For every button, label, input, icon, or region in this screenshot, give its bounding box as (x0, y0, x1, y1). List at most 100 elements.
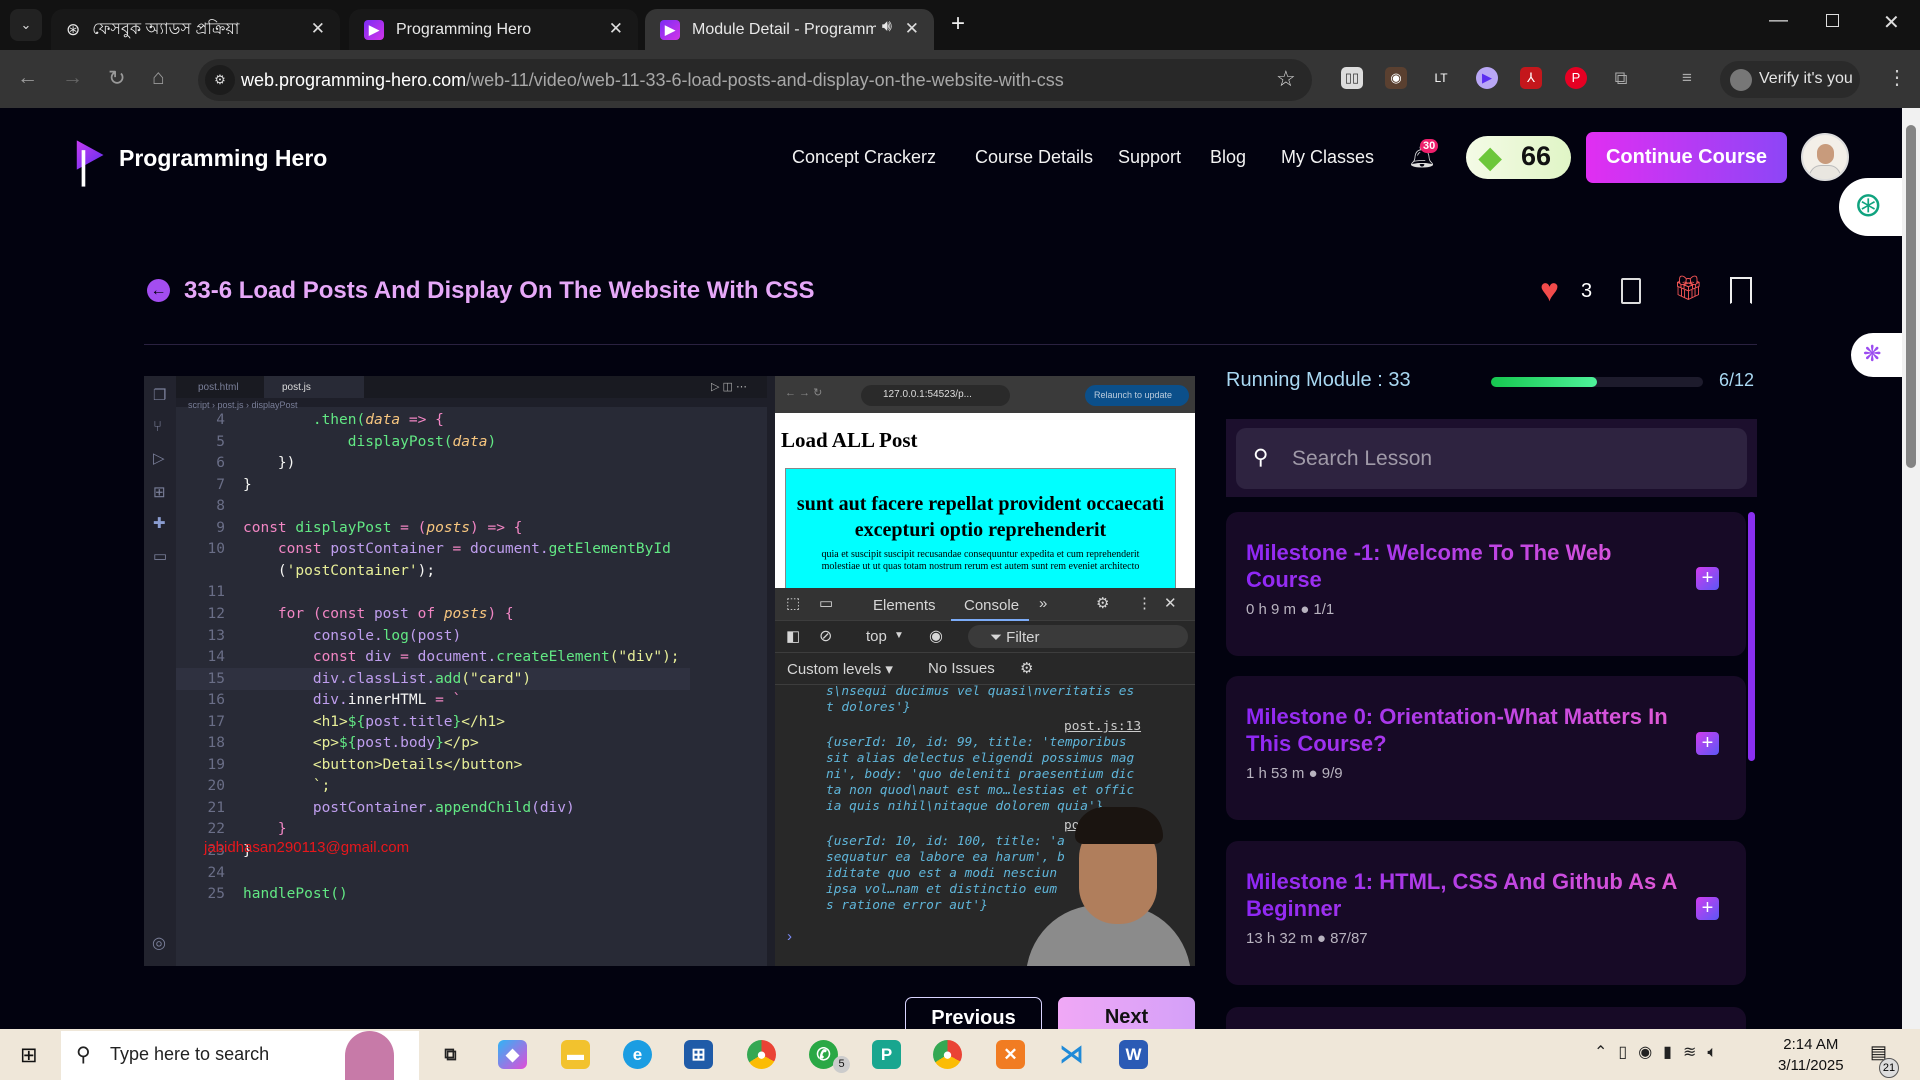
site-info-icon[interactable]: ⚙ (205, 65, 235, 95)
nav-my-classes[interactable]: My Classes (1281, 147, 1374, 168)
tab-module-detail[interactable]: ▶ Module Detail - Programmi 🔊︎ ✕ (645, 9, 934, 50)
page-scrollbar[interactable] (1902, 108, 1920, 1029)
milestone-card[interactable] (1226, 1007, 1746, 1029)
chrome-profile-icon[interactable]: ● (933, 1040, 962, 1069)
task-view-icon[interactable]: ⧉ (436, 1040, 465, 1069)
close-tab-icon[interactable]: ✕ (311, 19, 325, 39)
milestone-meta: 1 h 53 m ● 9/9 (1246, 765, 1343, 782)
milestone-card[interactable]: Milestone -1: Welcome To The Web Course … (1226, 512, 1746, 656)
notes-icon[interactable] (1621, 278, 1641, 304)
ai-brain-floating-button[interactable]: ❋ (1851, 333, 1902, 377)
close-tab-icon[interactable]: ✕ (905, 19, 919, 39)
home-icon[interactable]: ⌂ (152, 66, 165, 90)
editor-breadcrumb: script › post.js › displayPost (188, 400, 298, 410)
bookmark-star-icon[interactable]: ☆ (1276, 66, 1296, 92)
clear-console-icon: ⊘ (819, 628, 833, 645)
forward-icon[interactable]: → (62, 66, 83, 90)
pinterest-icon[interactable]: P (1565, 67, 1587, 89)
lesson-title: 33-6 Load Posts And Display On The Websi… (184, 277, 815, 304)
account-icon: ◎ (152, 935, 166, 952)
notification-bell[interactable]: 🔔︎ 30 (1408, 139, 1439, 173)
word-icon[interactable]: W (1119, 1040, 1148, 1069)
reading-mode-icon[interactable]: ▯▯ (1341, 67, 1363, 89)
milestone-title[interactable]: Milestone -1: Welcome To The Web Course (1246, 539, 1676, 593)
back-icon[interactable]: ← (17, 66, 38, 90)
microsoft-store-icon[interactable]: ⊞ (684, 1040, 713, 1069)
extensions-puzzle-icon[interactable]: ⧉ (1610, 67, 1632, 89)
video-player[interactable]: ❐ ⑂ ▷ ⊞ ✚ ▭ ◎ post.html post.js ▷ ◫ ⋯ sc… (144, 376, 1195, 966)
pycharm-icon[interactable]: P (872, 1040, 901, 1069)
expand-plus-icon[interactable]: + (1696, 897, 1719, 920)
code-line: 24 (176, 862, 243, 884)
code-token: = ` (435, 692, 462, 709)
source-control-icon: ⑂ (153, 418, 163, 435)
xampp-icon[interactable]: ✕ (996, 1040, 1025, 1069)
context-select: top (866, 628, 887, 645)
continue-course-button[interactable]: Continue Course (1586, 132, 1787, 183)
windows-start-icon[interactable]: ⊞ (20, 1043, 38, 1068)
restore-button[interactable] (1826, 14, 1839, 27)
nav-concept-crackerz[interactable]: Concept Crackerz (792, 147, 936, 168)
close-window-button[interactable]: ✕ (1883, 10, 1900, 35)
minimize-button[interactable]: — (1769, 10, 1788, 32)
tab-facebook-ads[interactable]: ⊛ ফেসবুক অ্যাডস প্রক্রিয়া ✕ (51, 9, 340, 50)
taskbar-search-box[interactable]: ⚲ Type here to search (61, 1031, 419, 1080)
code-token: ("div"); (609, 649, 680, 666)
code-line: 21 postContainer.appendChild(div) (176, 797, 575, 819)
edge-icon[interactable]: e (623, 1040, 652, 1069)
next-button[interactable]: Next (1058, 997, 1195, 1029)
code-token: } (243, 476, 252, 493)
heart-icon[interactable]: ♥ (1540, 272, 1559, 309)
speaker-icon[interactable]: 🔊︎ (882, 18, 892, 36)
close-tab-icon[interactable]: ✕ (609, 19, 623, 39)
code-token: posts (426, 519, 471, 536)
verify-profile-button[interactable]: Verify it's you (1720, 61, 1860, 98)
media-controls-icon[interactable]: ≡ (1676, 67, 1698, 89)
back-button[interactable]: ← (147, 279, 170, 302)
vscode-icon[interactable]: ⋊ (1057, 1040, 1086, 1069)
milestone-meta: 0 h 9 m ● 1/1 (1246, 601, 1335, 618)
tab-search-dropdown[interactable]: ⌄ (10, 9, 42, 41)
expand-plus-icon[interactable]: + (1696, 732, 1719, 755)
new-tab-button[interactable]: + (951, 10, 965, 38)
milestone-list-scrollbar[interactable] (1748, 512, 1755, 761)
code-line: 22 } (176, 818, 287, 840)
tab-programming-hero[interactable]: ▶ Programming Hero ✕ (349, 9, 638, 50)
search-lesson-input[interactable] (1236, 428, 1747, 489)
code-token: ) => { (470, 519, 523, 536)
copilot-icon[interactable]: ◆ (498, 1040, 527, 1069)
milestone-title[interactable]: Milestone 1: HTML, CSS And Github As A B… (1246, 868, 1686, 922)
gift-icon[interactable]: 🎁︎ (1673, 274, 1703, 303)
url-text[interactable]: web.programming-hero.com/web-11/video/we… (241, 70, 1064, 91)
system-tray-icons[interactable]: ⌃▯◉▮≋🔈︎ (1594, 1042, 1728, 1062)
programming-hero-logo[interactable] (67, 138, 106, 189)
milestone-card[interactable]: Milestone 1: HTML, CSS And Github As A B… (1226, 841, 1746, 985)
clock[interactable]: 2:14 AM 3/11/2025 (1778, 1034, 1844, 1076)
browser-menu-icon[interactable]: ⋮ (1887, 65, 1907, 90)
acrobat-icon[interactable]: ⅄ (1520, 67, 1542, 89)
milestone-title[interactable]: Milestone 0: Orientation-What Matters In… (1246, 703, 1676, 757)
screenshot-extension-icon[interactable]: ◉ (1385, 67, 1407, 89)
console-filter: ⏷ Filter (968, 625, 1188, 648)
bookmark-icon[interactable] (1730, 277, 1752, 304)
divider (144, 344, 1757, 345)
previous-button[interactable]: Previous (905, 997, 1042, 1029)
reload-icon[interactable]: ↻ (108, 66, 126, 91)
file-explorer-icon[interactable]: ▬ (561, 1040, 590, 1069)
nav-course-details[interactable]: Course Details (975, 147, 1093, 168)
chatgpt-floating-button[interactable]: ⊛ (1839, 178, 1902, 236)
brand-name[interactable]: Programming Hero (119, 145, 327, 172)
chrome-icon[interactable]: ● (747, 1040, 776, 1069)
languagetool-icon[interactable]: LT (1430, 67, 1452, 89)
milestone-card[interactable]: Milestone 0: Orientation-What Matters In… (1226, 676, 1746, 820)
user-avatar[interactable] (1801, 133, 1849, 181)
expand-plus-icon[interactable]: + (1696, 567, 1719, 590)
address-bar[interactable]: ⚙ web.programming-hero.com/web-11/video/… (198, 59, 1312, 101)
code-token: `; (243, 778, 331, 795)
gem-counter[interactable]: ◆ 66 (1466, 136, 1571, 179)
nav-support[interactable]: Support (1118, 147, 1181, 168)
post-card-title: sunt aut facere repellat provident occae… (796, 493, 1165, 541)
code-line: 16 div.innerHTML = ` (176, 689, 462, 711)
nav-blog[interactable]: Blog (1210, 147, 1246, 168)
programming-hero-extension-icon[interactable]: ▶ (1476, 67, 1498, 89)
